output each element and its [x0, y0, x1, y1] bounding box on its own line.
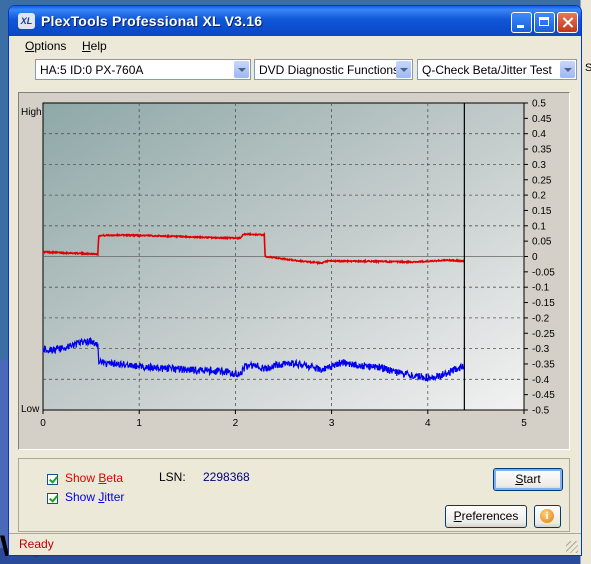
info-button[interactable]: i: [534, 505, 561, 528]
resize-grip-icon[interactable]: [566, 541, 578, 553]
chevron-down-icon[interactable]: [234, 61, 249, 78]
y-tick-label: -0.5: [532, 406, 550, 417]
y-tick-label: 0.1: [532, 221, 546, 232]
y-tick-label: 0.2: [532, 191, 546, 202]
y-tick-label: 0: [532, 252, 538, 263]
y-tick-label: 0.3: [532, 160, 546, 171]
x-tick-label: 2: [233, 418, 239, 429]
drive-select-value: HA:5 ID:0 PX-760A: [40, 63, 144, 77]
y-tick-label: 0.25: [532, 175, 552, 186]
lsn-value: 2298368: [203, 470, 250, 484]
y-tick-label: -0.35: [532, 359, 555, 370]
y-tick-label: -0.1: [532, 283, 550, 294]
y-tick-label: 0.15: [532, 206, 552, 217]
y-tick-label: -0.2: [532, 313, 550, 324]
y-tick-label: -0.15: [532, 298, 555, 309]
menu-bar: Options Help: [9, 36, 581, 56]
start-button[interactable]: Start: [493, 468, 563, 491]
y-tick-label: 0.5: [532, 99, 546, 110]
x-tick-label: 1: [136, 418, 142, 429]
main-window: XL PlexTools Professional XL V3.16 Optio…: [8, 5, 582, 556]
beta-jitter-chart: 0.5 0.45 0.4 0.35 0.3 0.25 0.2 0.15 0.1 0.05 0 -0.0…: [21, 99, 555, 430]
show-jitter-checkbox[interactable]: [47, 493, 58, 504]
chevron-down-icon[interactable]: [396, 61, 411, 78]
plextools-app-icon: XL: [18, 13, 35, 29]
y-tick-label: -0.25: [532, 329, 555, 340]
show-beta-checkbox[interactable]: [47, 474, 58, 485]
chevron-down-icon[interactable]: [560, 61, 575, 78]
lsn-label: LSN:: [159, 470, 186, 484]
info-icon: i: [540, 509, 554, 523]
status-bar: Ready: [9, 533, 581, 555]
drive-select[interactable]: HA:5 ID:0 PX-760A: [35, 59, 251, 80]
low-axis-label: Low: [21, 404, 40, 415]
y-tick-label: 0.4: [532, 129, 546, 140]
y-tick-label: -0.45: [532, 390, 555, 401]
window-title: PlexTools Professional XL V3.16: [41, 13, 263, 29]
test-select[interactable]: Q-Check Beta/Jitter Test: [417, 59, 577, 80]
y-tick-label: 0.05: [532, 237, 552, 248]
x-tick-label: 4: [425, 418, 431, 429]
test-select-value: Q-Check Beta/Jitter Test: [422, 63, 552, 77]
status-text: Ready: [19, 537, 54, 551]
show-beta-label[interactable]: Show Beta: [65, 471, 123, 485]
x-tick-label: 0: [40, 418, 46, 429]
y-tick-label: -0.05: [532, 267, 555, 278]
close-button[interactable]: [557, 12, 578, 33]
y-tick-label: 0.45: [532, 114, 552, 125]
x-tick-label: 5: [521, 418, 527, 429]
graph-panel: 0.5 0.45 0.4 0.35 0.3 0.25 0.2 0.15 0.1 0.05 0 -0.0…: [18, 92, 570, 450]
y-tick-label: -0.3: [532, 344, 550, 355]
maximize-button[interactable]: [534, 12, 555, 33]
function-select[interactable]: DVD Diagnostic Functions: [254, 59, 413, 80]
minimize-button[interactable]: [511, 12, 532, 33]
menu-options[interactable]: Options: [25, 39, 66, 53]
high-axis-label: High: [21, 107, 42, 118]
function-select-value: DVD Diagnostic Functions: [259, 63, 400, 77]
show-jitter-label[interactable]: Show Jitter: [65, 490, 124, 504]
y-tick-label: 0.35: [532, 145, 552, 156]
menu-help[interactable]: Help: [82, 39, 107, 53]
x-tick-label: 3: [329, 418, 335, 429]
controls-panel: Show Beta Show Jitter LSN: 2298368 Start…: [18, 458, 570, 532]
background-window-letter: S: [585, 62, 591, 74]
title-bar[interactable]: XL PlexTools Professional XL V3.16: [9, 6, 581, 36]
y-tick-label: -0.4: [532, 375, 550, 386]
preferences-button[interactable]: Preferences: [445, 505, 527, 528]
